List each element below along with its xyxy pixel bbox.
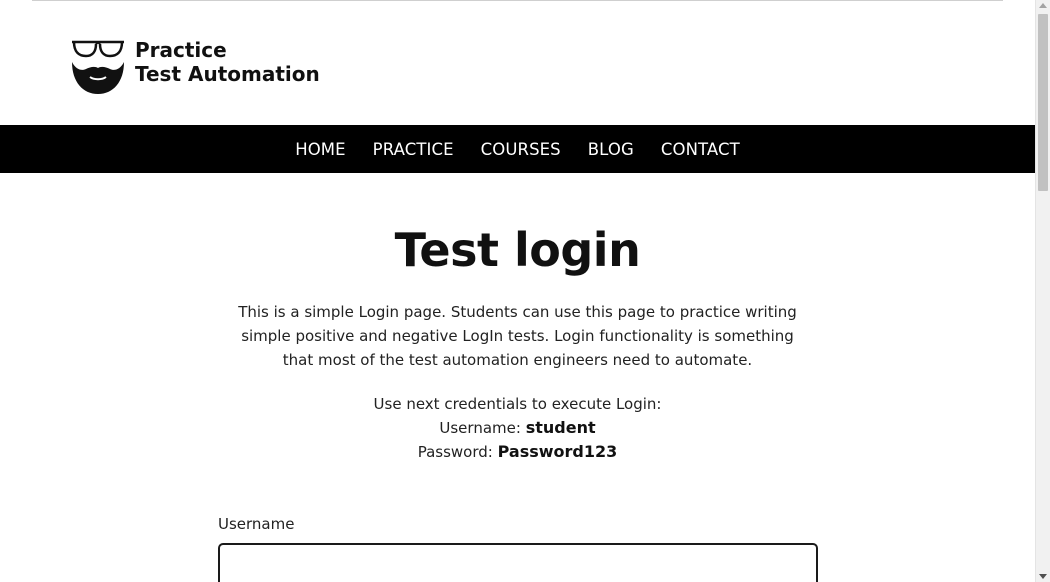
logo-text: Practice Test Automation <box>135 38 320 86</box>
username-credential-value: student <box>525 418 596 437</box>
scrollbar-thumb[interactable] <box>1038 14 1048 191</box>
username-credential-label: Username: <box>439 419 521 437</box>
password-credential-label: Password: <box>417 443 493 461</box>
nav-blog[interactable]: BLOG <box>588 140 634 159</box>
password-credential-value: Password123 <box>497 442 618 461</box>
main-navigation: HOME PRACTICE COURSES BLOG CONTACT <box>0 125 1035 173</box>
credentials-heading: Use next credentials to execute Login: <box>373 395 662 413</box>
nav-contact[interactable]: CONTACT <box>661 140 740 159</box>
credentials-block: Use next credentials to execute Login: U… <box>0 392 1035 464</box>
nav-courses[interactable]: COURSES <box>481 140 561 159</box>
username-input[interactable] <box>218 543 818 582</box>
logo-line-1: Practice <box>135 38 227 62</box>
password-credential: Password: Password123 <box>0 440 1035 464</box>
username-credential: Username: student <box>0 416 1035 440</box>
nav-home[interactable]: HOME <box>295 140 345 159</box>
top-divider <box>32 0 1003 1</box>
scroll-up-arrow-icon[interactable] <box>1039 3 1047 8</box>
vertical-scrollbar[interactable] <box>1035 0 1050 582</box>
site-logo[interactable]: Practice Test Automation <box>70 38 320 96</box>
nav-practice[interactable]: PRACTICE <box>373 140 454 159</box>
page: Practice Test Automation HOME PRACTICE C… <box>0 0 1035 582</box>
intro-paragraph: This is a simple Login page. Students ca… <box>238 303 797 369</box>
username-label: Username <box>218 515 295 533</box>
scroll-down-arrow-icon[interactable] <box>1039 574 1047 579</box>
glasses-beard-icon <box>72 40 124 94</box>
logo-line-2: Test Automation <box>135 62 320 86</box>
page-title: Test login <box>394 223 641 277</box>
